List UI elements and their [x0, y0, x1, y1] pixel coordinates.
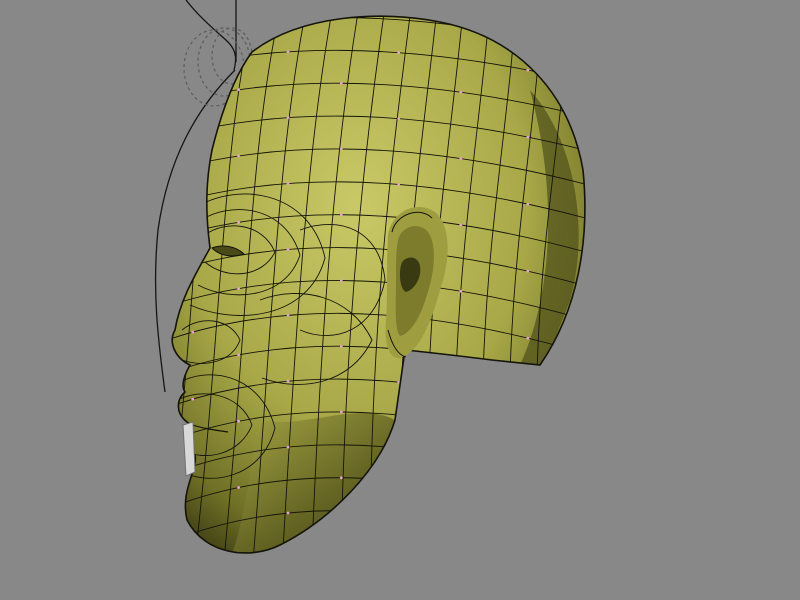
mesh-vertex[interactable] [397, 117, 401, 120]
mesh-vertex[interactable] [286, 116, 290, 120]
mesh-vertex[interactable] [237, 287, 241, 290]
mesh-vertex[interactable] [237, 88, 241, 91]
mesh-vertex[interactable] [237, 353, 241, 357]
mesh-vertex[interactable] [237, 220, 241, 224]
mesh-vertex[interactable] [237, 154, 241, 158]
mesh-vertex[interactable] [339, 410, 343, 414]
viewport-scene[interactable] [0, 0, 800, 600]
mesh-vertex[interactable] [397, 51, 401, 55]
mesh-vertex[interactable] [339, 476, 343, 480]
mesh-vertex[interactable] [286, 445, 290, 449]
mesh-vertex[interactable] [191, 330, 195, 334]
mesh-vertex[interactable] [526, 202, 530, 206]
mesh-vertex[interactable] [459, 289, 463, 293]
mesh-vertex[interactable] [397, 183, 401, 186]
mesh-vertex[interactable] [459, 157, 463, 161]
mesh-vertex[interactable] [286, 313, 290, 317]
mesh-vertex[interactable] [286, 511, 290, 515]
mesh-vertex[interactable] [191, 397, 195, 401]
mesh-vertex[interactable] [459, 90, 463, 94]
mesh-vertex[interactable] [339, 147, 343, 151]
mesh-vertex[interactable] [286, 248, 290, 251]
mesh-vertex[interactable] [526, 269, 530, 273]
mesh-vertex[interactable] [526, 68, 530, 72]
mesh-vertex[interactable] [339, 344, 343, 348]
mesh-vertex[interactable] [339, 279, 343, 282]
mesh-vertex[interactable] [526, 135, 530, 139]
mesh-vertex[interactable] [526, 336, 530, 340]
mesh-vertex[interactable] [286, 182, 290, 186]
mesh-vertex[interactable] [459, 223, 463, 227]
mesh-vertex[interactable] [237, 419, 241, 423]
mesh-vertex[interactable] [339, 213, 343, 217]
mesh-vertex[interactable] [286, 379, 290, 383]
3d-viewport[interactable] [0, 0, 800, 600]
mesh-vertex[interactable] [237, 486, 241, 489]
mesh-vertex[interactable] [339, 81, 343, 85]
mesh-vertex[interactable] [286, 50, 290, 54]
